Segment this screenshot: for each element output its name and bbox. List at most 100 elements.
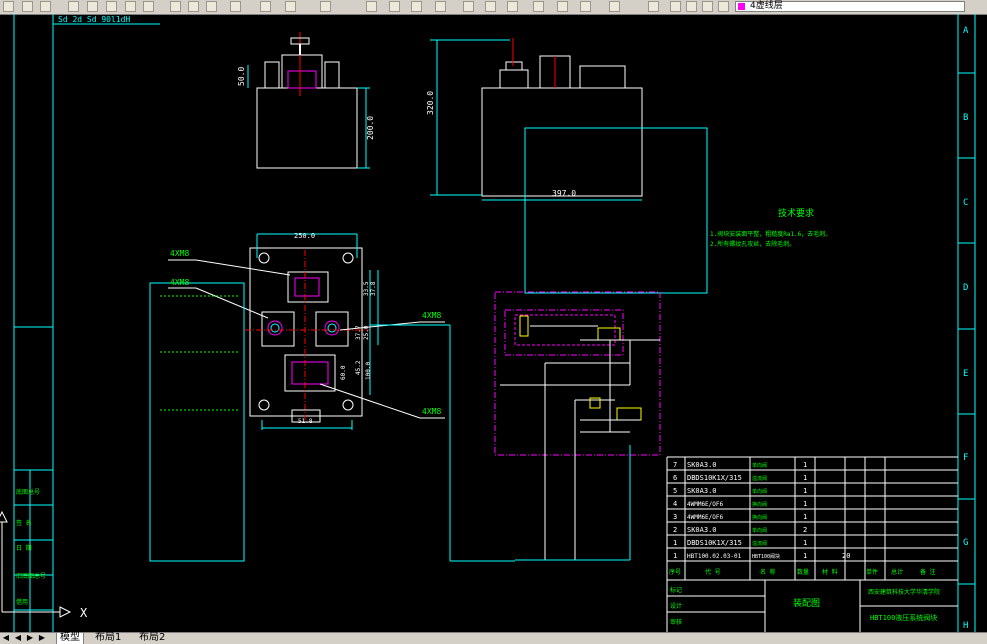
undo-icon[interactable]	[285, 1, 296, 12]
tech-req-title: 技术要求	[778, 207, 814, 219]
callout-text: 4XM8	[170, 278, 189, 287]
dim-text: 37.8	[370, 281, 377, 296]
school-name: 西安建筑科技大学华清学院	[868, 588, 940, 596]
dim-text: 50.0	[237, 67, 246, 86]
redo-icon[interactable]	[320, 1, 331, 12]
dim-text: 397.0	[552, 189, 576, 198]
bom-header-cell: 总计	[891, 568, 903, 576]
bom-name: HBT100阀块	[752, 553, 780, 560]
block-editor-icon[interactable]	[143, 1, 154, 12]
title-row-label: 标记	[670, 586, 682, 594]
array-icon[interactable]	[206, 1, 217, 12]
front-view	[247, 32, 370, 169]
layout-tabs-bar: ◀ ◀ ▶ ▶ 模型 布局1 布局2	[0, 632, 987, 644]
copy-icon[interactable]	[87, 1, 98, 12]
tab-layout2[interactable]: 布局2	[136, 633, 168, 644]
bom-header-cell: 备 注	[920, 568, 936, 576]
drawing-canvas[interactable]: Sd 2d Sd 90l1dH A B C D E F G H 底图总号 签 名…	[0, 14, 987, 640]
bom-no: 1	[673, 552, 677, 560]
ucs-icon	[0, 510, 72, 618]
bom-code: HBT100.02.03-01	[687, 553, 742, 560]
move-icon[interactable]	[170, 1, 181, 12]
layer-freeze-icon[interactable]	[686, 1, 697, 12]
bom-header-cell: 单件	[866, 568, 878, 576]
tab-layout1[interactable]: 布局1	[92, 633, 124, 644]
bom-name: 单向阀	[752, 527, 767, 534]
layer-color-swatch	[738, 3, 745, 10]
dim-text: 250.0	[294, 232, 315, 240]
tab-last-icon[interactable]: ▶	[38, 634, 46, 642]
pan-icon[interactable]	[366, 1, 377, 12]
save-icon[interactable]	[40, 1, 51, 12]
bom-header-cell: 名 称	[760, 568, 776, 576]
zone-letter: B	[963, 113, 968, 123]
markup-icon[interactable]	[557, 1, 568, 12]
strip-label: 旧底图总号	[16, 572, 46, 580]
paste-icon[interactable]	[106, 1, 117, 12]
tool-palettes-icon[interactable]	[507, 1, 518, 12]
zone-letter: G	[963, 538, 968, 548]
title-row-label: 审核	[670, 618, 682, 626]
layer-dropdown[interactable]: 4虚线层	[735, 1, 965, 12]
layer-previous-icon[interactable]	[718, 1, 729, 12]
trim-icon[interactable]	[230, 1, 241, 12]
left-strip: 底图总号 签 名 日 期 旧底图总号 借用	[16, 488, 46, 606]
properties-icon[interactable]	[463, 1, 474, 12]
bom-no: 6	[673, 474, 677, 482]
callout-text: 4XM8	[422, 407, 441, 416]
tech-req-line: 1.阀块安装面平整，粗糙度Ra1.6，去毛刺。	[710, 230, 831, 238]
strip-label: 签 名	[16, 519, 32, 527]
brush-icon[interactable]	[260, 1, 271, 12]
plan-view	[149, 233, 515, 562]
callout-text: 4XM8	[422, 311, 441, 320]
tab-prev-icon[interactable]: ◀	[14, 634, 22, 642]
layer-lock-icon[interactable]	[702, 1, 713, 12]
bom-name: 溢流阀	[752, 475, 767, 482]
bom-code: SK0A3.0	[687, 487, 717, 495]
bom-no: 2	[673, 526, 677, 534]
design-center-icon[interactable]	[485, 1, 496, 12]
calculator-icon[interactable]	[580, 1, 591, 12]
dim-text: 45.2	[355, 360, 362, 375]
offset-icon[interactable]	[188, 1, 199, 12]
bom-header: 序号 代 号 名 称 数量 材 料 单件 总计 备 注	[669, 568, 936, 576]
bom-qty: 1	[803, 552, 807, 560]
bom-code: DBDS10K1X/315	[687, 539, 742, 547]
dim-text: 100.0	[365, 362, 372, 380]
title-row-label: 设计	[670, 602, 682, 610]
bom-header-cell: 数量	[797, 568, 809, 576]
dim-text: 320.0	[426, 91, 435, 115]
tab-model[interactable]: 模型	[56, 633, 84, 644]
bom-code: 4WMM6E/OF6	[687, 514, 724, 521]
bom-no: 1	[673, 539, 677, 547]
zoom-window-icon[interactable]	[411, 1, 422, 12]
bom-weight: 20	[842, 552, 850, 560]
tab-first-icon[interactable]: ◀	[2, 634, 10, 642]
bom-name: 单向阀	[752, 462, 767, 469]
print-icon[interactable]	[22, 1, 33, 12]
dim-text: 200.0	[366, 116, 375, 140]
match-properties-icon[interactable]	[125, 1, 136, 12]
zoom-realtime-icon[interactable]	[389, 1, 400, 12]
help-icon[interactable]	[609, 1, 620, 12]
cut-icon[interactable]	[68, 1, 79, 12]
zone-letter: E	[963, 369, 968, 379]
layer-on-icon[interactable]	[670, 1, 681, 12]
zoom-previous-icon[interactable]	[435, 1, 446, 12]
bom-no: 3	[673, 513, 677, 521]
dim-text: 37.7	[355, 325, 362, 340]
tab-next-icon[interactable]: ▶	[26, 634, 34, 642]
layer-manager-icon[interactable]	[648, 1, 659, 12]
sheet-set-icon[interactable]	[533, 1, 544, 12]
strip-label: 底图总号	[16, 488, 40, 496]
zone-letter: C	[963, 198, 968, 208]
tech-req-line: 2.所有螺纹孔攻丝，去除毛刺。	[710, 240, 795, 248]
bom-rows: 7 SK0A3.0 单向阀 1 6 DBDS10K1X/315 溢流阀 1 5 …	[673, 461, 850, 560]
bom-no: 5	[673, 487, 677, 495]
bom-code: SK0A3.0	[687, 526, 717, 534]
callout-text: 4XM8	[170, 249, 189, 258]
dim-text: 51.8	[298, 418, 313, 425]
bom-no: 7	[673, 461, 677, 469]
bom-name: 换向阀	[752, 514, 767, 521]
open-icon[interactable]	[3, 1, 14, 12]
